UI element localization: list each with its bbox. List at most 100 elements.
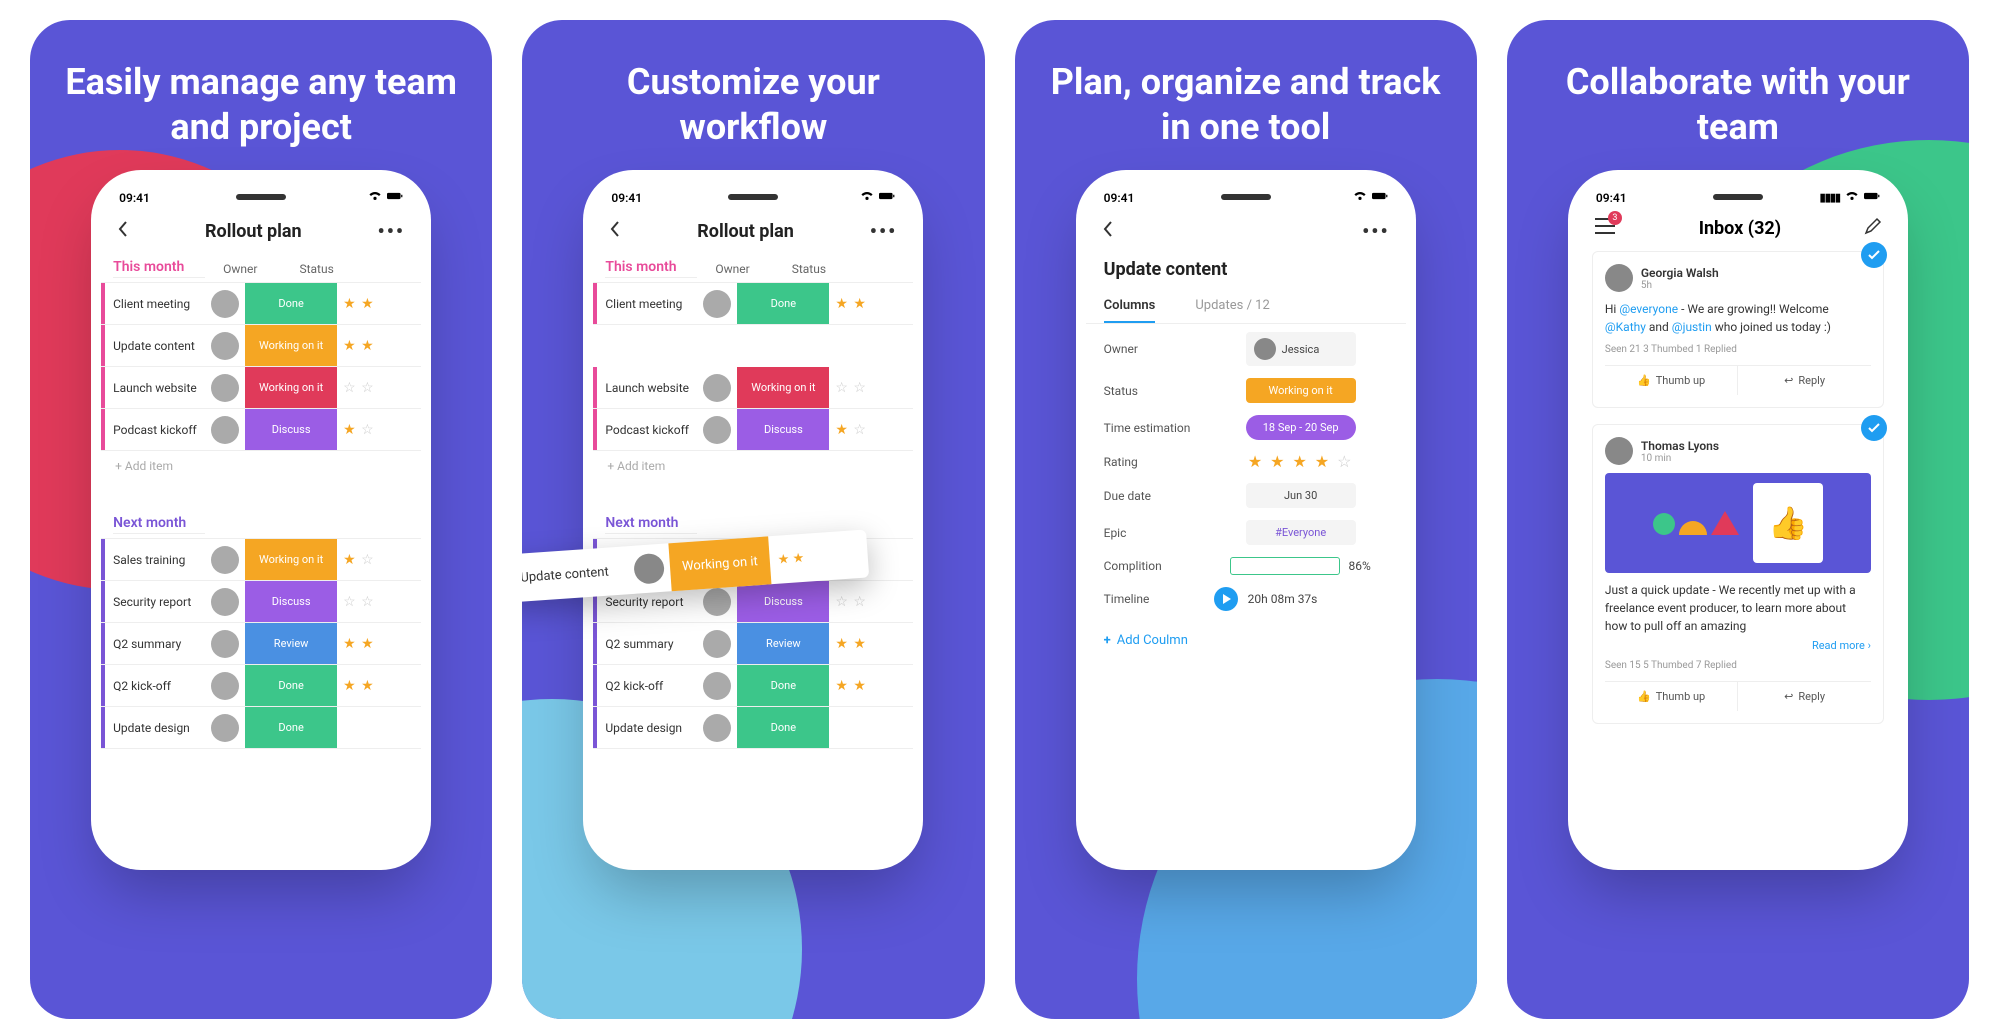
group-title[interactable]: This month <box>113 259 205 278</box>
group-title[interactable]: Next month <box>605 515 697 534</box>
avatar[interactable] <box>211 374 239 402</box>
reply-button[interactable]: ↩Reply <box>1737 682 1871 711</box>
avatar[interactable] <box>703 588 731 616</box>
table-row[interactable]: Podcast kickoffDiscuss★ ☆ <box>593 409 913 451</box>
table-row[interactable]: Q2 summaryReview★ ★ <box>593 623 913 665</box>
rating-stars[interactable]: ★ ★ ★ ★ ☆ <box>1248 452 1354 471</box>
rating-stars[interactable]: ★ ★ <box>829 636 913 652</box>
status-cell[interactable]: Done <box>737 283 829 324</box>
status-cell[interactable]: Done <box>737 665 829 706</box>
table-row[interactable]: Update designDone <box>101 707 421 749</box>
reply-button[interactable]: ↩Reply <box>1737 366 1871 395</box>
owner-pill[interactable]: Jessica <box>1246 332 1356 366</box>
table-row[interactable]: Podcast kickoffDiscuss★ ☆ <box>101 409 421 451</box>
due-pill[interactable]: Jun 30 <box>1246 483 1356 508</box>
epic-pill[interactable]: #Everyone <box>1246 520 1356 545</box>
group-title[interactable]: Next month <box>113 515 205 534</box>
add-item-button[interactable]: + Add item <box>101 451 421 481</box>
avatar[interactable] <box>211 416 239 444</box>
table-row[interactable]: Q2 summaryReview★ ★ <box>101 623 421 665</box>
avatar[interactable] <box>211 672 239 700</box>
status-cell[interactable]: Review <box>245 623 337 664</box>
status-cell[interactable]: Discuss <box>245 581 337 622</box>
avatar[interactable] <box>703 374 731 402</box>
status-cell[interactable]: Working on it <box>245 539 337 580</box>
rating-stars[interactable]: ☆ ☆ <box>829 380 913 396</box>
post[interactable]: Georgia Walsh 5h Hi @everyone - We are g… <box>1592 251 1884 408</box>
status-cell[interactable]: Done <box>737 707 829 748</box>
status-cell[interactable]: Discuss <box>737 581 829 622</box>
avatar[interactable] <box>211 546 239 574</box>
rating-stars[interactable]: ☆ ☆ <box>337 380 421 396</box>
table-row[interactable]: Update contentWorking on it★ ★ <box>101 325 421 367</box>
rating-stars[interactable]: ★ ☆ <box>337 552 421 568</box>
post[interactable]: Thomas Lyons 10 min 👍 Just a quick updat… <box>1592 424 1884 724</box>
read-more-link[interactable]: Read more › <box>1605 639 1871 652</box>
rating-stars[interactable]: ★ ★ <box>829 296 913 312</box>
add-column-button[interactable]: + Add Coulmn <box>1086 619 1406 662</box>
progress-bar[interactable]: 86% <box>1230 557 1370 575</box>
status-cell[interactable]: Review <box>737 623 829 664</box>
avatar[interactable] <box>703 672 731 700</box>
status-cell[interactable]: Working on it <box>737 367 829 408</box>
avatar[interactable] <box>703 630 731 658</box>
avatar[interactable] <box>1605 437 1633 465</box>
add-item-button[interactable]: + Add item <box>593 451 913 481</box>
status-pill[interactable]: Working on it <box>1246 378 1356 403</box>
status-cell[interactable]: Discuss <box>245 409 337 450</box>
avatar[interactable] <box>211 630 239 658</box>
more-icon[interactable]: ••• <box>1362 219 1390 243</box>
more-icon[interactable]: ••• <box>378 219 406 243</box>
status-cell[interactable]: Done <box>245 665 337 706</box>
status-cell[interactable]: Working on it <box>245 325 337 366</box>
avatar[interactable] <box>211 588 239 616</box>
status-cell[interactable]: Done <box>245 283 337 324</box>
table-row[interactable]: Launch websiteWorking on it☆ ☆ <box>101 367 421 409</box>
back-icon[interactable] <box>1102 221 1114 241</box>
time-pill[interactable]: 18 Sep - 20 Sep <box>1246 415 1356 440</box>
table-row[interactable]: Sales trainingWorking on it★ ☆ <box>101 539 421 581</box>
avatar[interactable] <box>211 290 239 318</box>
rating-stars[interactable]: ★ ☆ <box>337 422 421 438</box>
tab-updates[interactable]: Updates / 12 <box>1195 290 1269 323</box>
avatar[interactable] <box>703 714 731 742</box>
more-icon[interactable]: ••• <box>870 219 898 243</box>
post-image[interactable]: 👍 <box>1605 473 1871 573</box>
avatar[interactable] <box>1605 264 1633 292</box>
play-icon[interactable] <box>1214 587 1238 611</box>
menu-icon[interactable]: 3 <box>1594 217 1616 239</box>
rating-stars[interactable]: ★ ☆ <box>829 422 913 438</box>
tab-columns[interactable]: Columns <box>1104 290 1156 323</box>
avatar[interactable] <box>211 714 239 742</box>
back-icon[interactable] <box>117 221 129 241</box>
thumb-up-button[interactable]: 👍Thumb up <box>1605 682 1738 711</box>
table-row[interactable]: Launch websiteWorking on it☆ ☆ <box>593 367 913 409</box>
check-icon[interactable] <box>1861 415 1887 441</box>
avatar[interactable] <box>703 290 731 318</box>
back-icon[interactable] <box>609 221 621 241</box>
table-row[interactable]: Q2 kick-offDone★ ★ <box>593 665 913 707</box>
table-row[interactable]: Client meetingDone★ ★ <box>593 283 913 325</box>
mention[interactable]: @everyone <box>1619 302 1678 316</box>
rating-stars[interactable]: ☆ ☆ <box>337 594 421 610</box>
rating-stars[interactable]: ☆ ☆ <box>829 594 913 610</box>
table-row[interactable]: Security reportDiscuss☆ ☆ <box>101 581 421 623</box>
compose-icon[interactable] <box>1864 217 1882 239</box>
status-cell[interactable]: Working on it <box>245 367 337 408</box>
table-row[interactable]: Q2 kick-offDone★ ★ <box>101 665 421 707</box>
rating-stars[interactable]: ★ ★ <box>337 296 421 312</box>
status-cell[interactable]: Done <box>245 707 337 748</box>
rating-stars[interactable]: ★ ★ <box>829 678 913 694</box>
mention[interactable]: @Kathy <box>1605 320 1646 334</box>
group-title[interactable]: This month <box>605 259 697 278</box>
thumb-up-button[interactable]: 👍Thumb up <box>1605 366 1738 395</box>
avatar[interactable] <box>703 416 731 444</box>
table-row[interactable]: Update designDone <box>593 707 913 749</box>
rating-stars[interactable]: ★ ★ <box>337 338 421 354</box>
table-row[interactable]: Client meetingDone★ ★ <box>101 283 421 325</box>
mention[interactable]: @justin <box>1672 320 1712 334</box>
status-cell[interactable]: Discuss <box>737 409 829 450</box>
rating-stars[interactable]: ★ ★ <box>337 678 421 694</box>
check-icon[interactable] <box>1861 242 1887 268</box>
avatar[interactable] <box>211 332 239 360</box>
